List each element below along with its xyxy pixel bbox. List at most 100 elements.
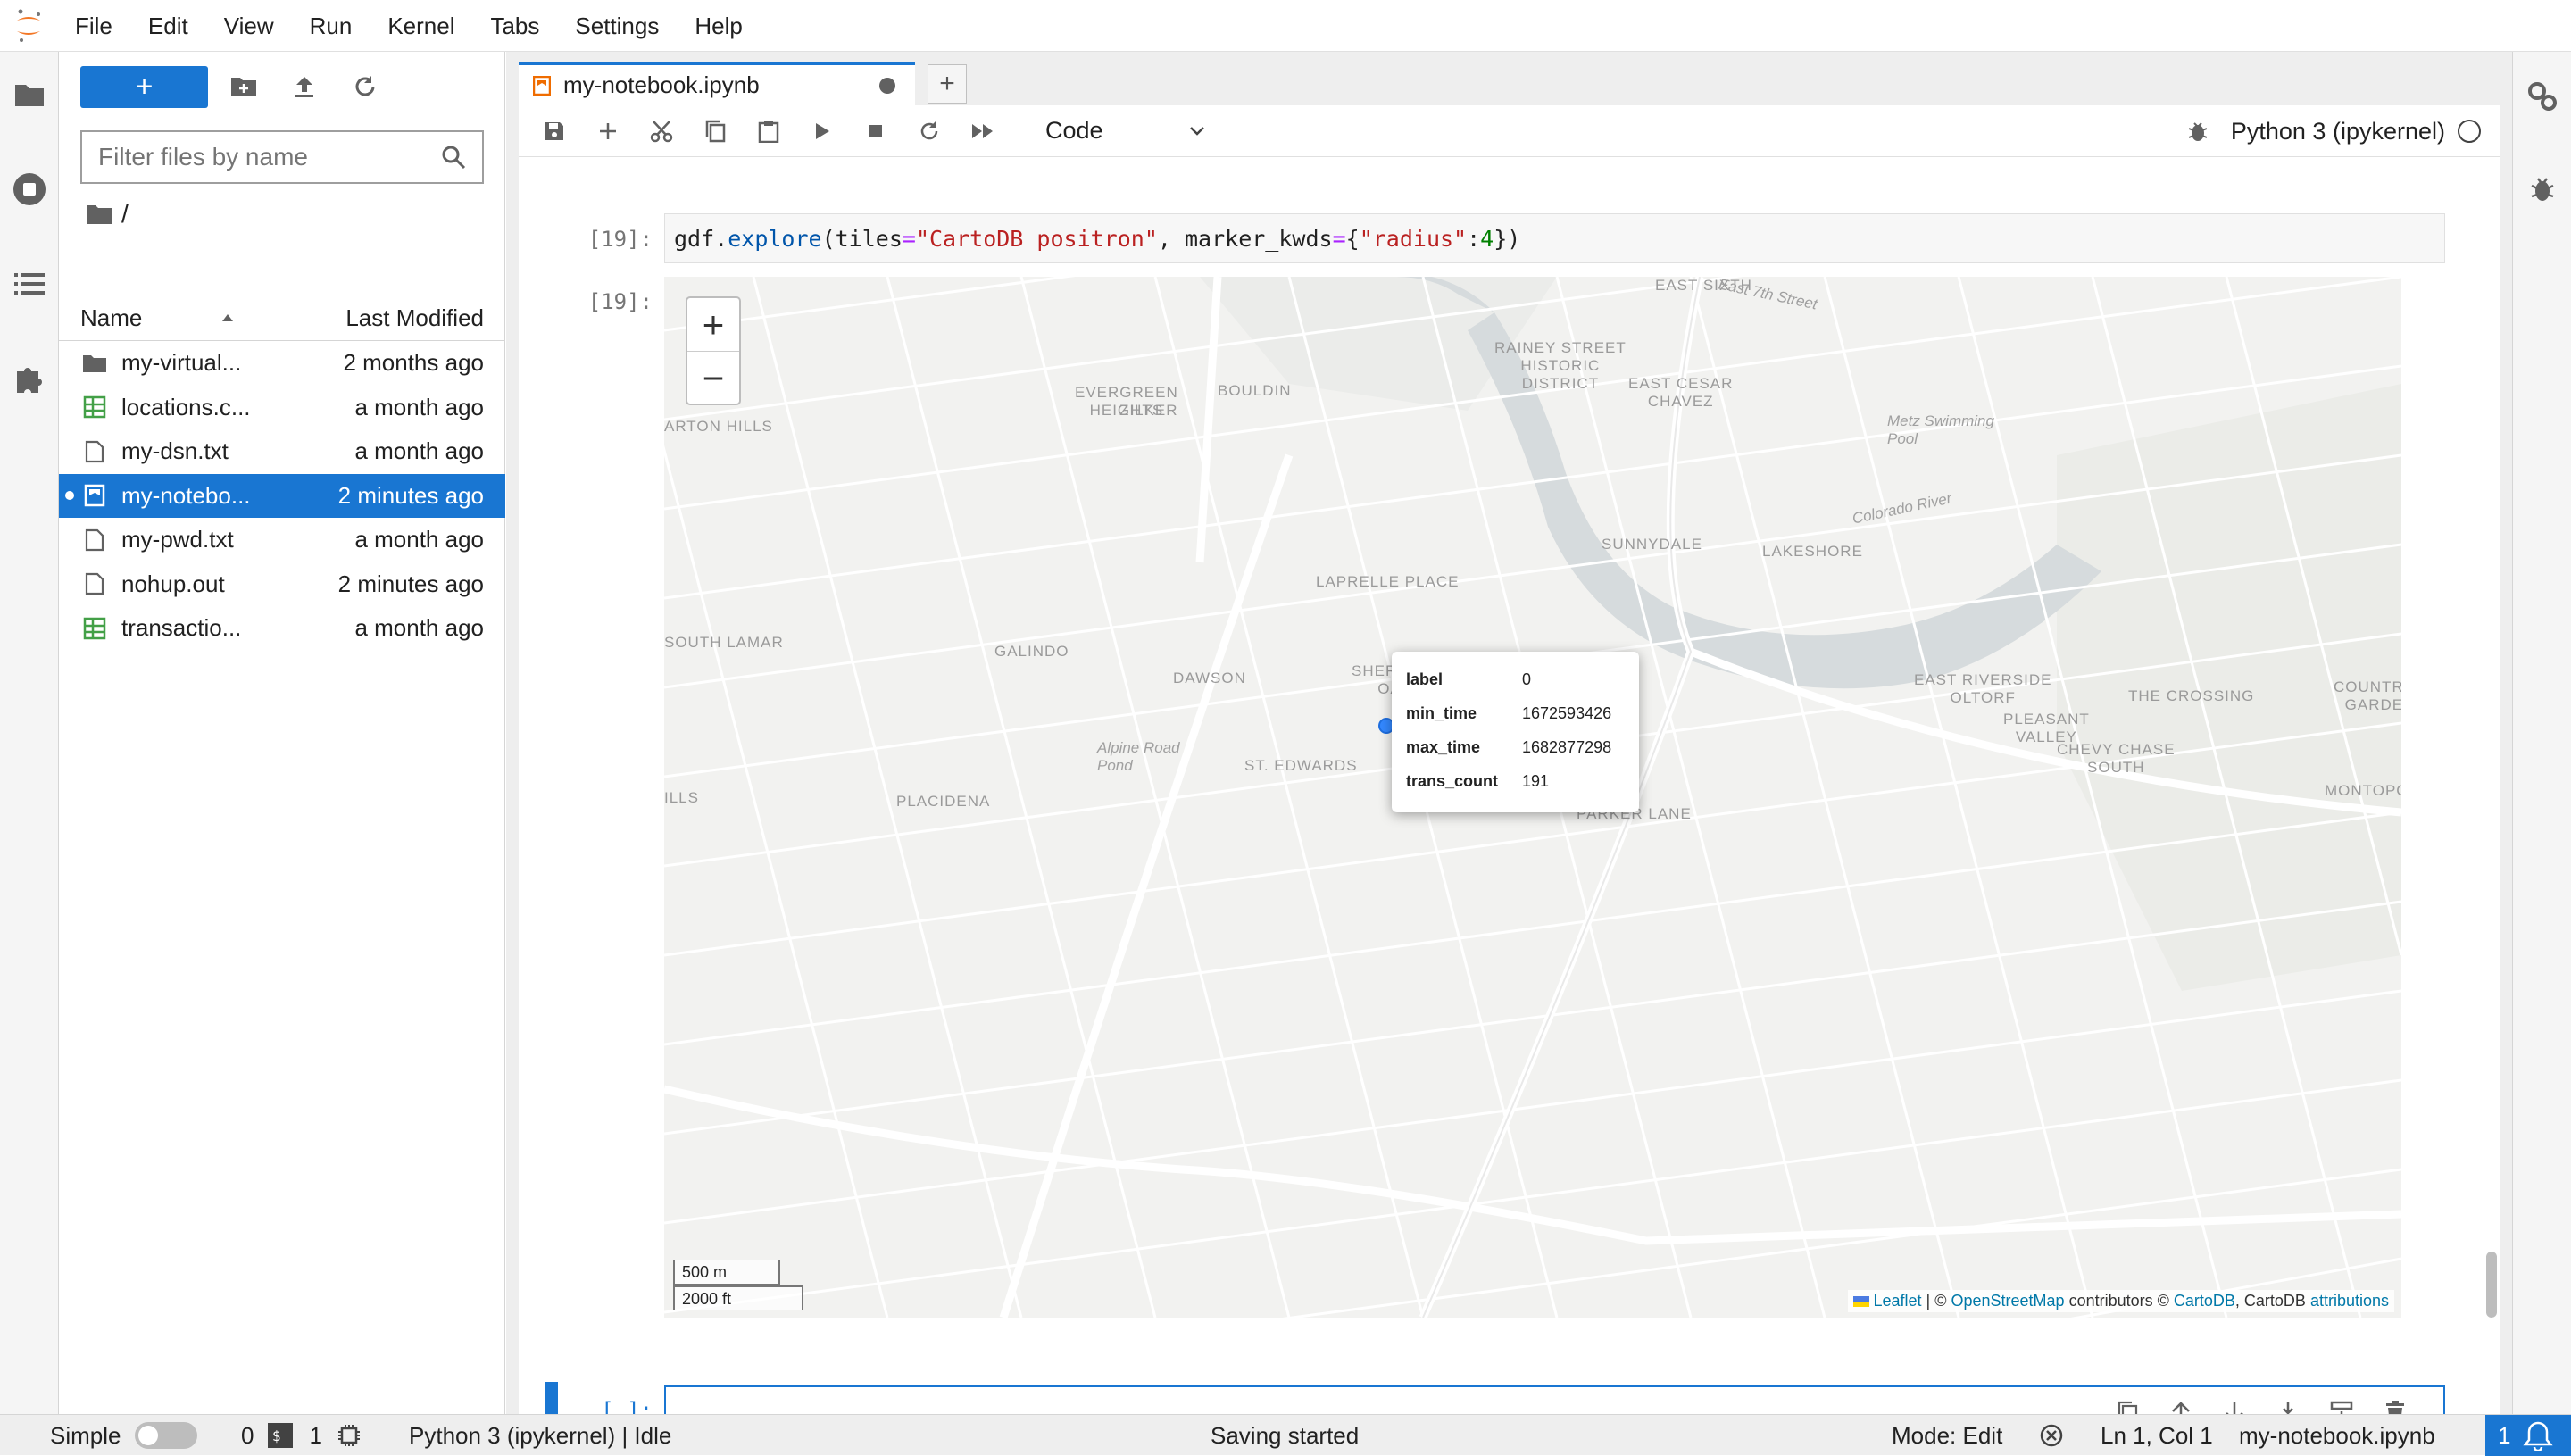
menu-run[interactable]: Run bbox=[292, 0, 370, 52]
duplicate-cell-button[interactable] bbox=[2101, 1401, 2154, 1414]
menu-settings[interactable]: Settings bbox=[557, 0, 677, 52]
map-place-label: ARTON HILLS bbox=[664, 418, 773, 435]
last-modified-column-header[interactable]: Last Modified bbox=[262, 295, 505, 340]
terminal-icon: $_ bbox=[268, 1423, 294, 1448]
insert-above-button[interactable] bbox=[2261, 1401, 2315, 1414]
run-all-button[interactable] bbox=[956, 109, 1010, 154]
insert-above-icon bbox=[2283, 1402, 2293, 1414]
active-cell-marker[interactable] bbox=[545, 1382, 558, 1414]
menu-view[interactable]: View bbox=[206, 0, 292, 52]
arrow-down-icon bbox=[2226, 1402, 2243, 1414]
map-place-label: ILLS bbox=[664, 789, 699, 806]
terminal-count[interactable]: 0 $_ 1 bbox=[241, 1415, 362, 1456]
tab-my-notebook[interactable]: my-notebook.ipynb bbox=[519, 62, 915, 105]
simple-mode-toggle[interactable]: Simple bbox=[50, 1415, 198, 1456]
file-modified: a month ago bbox=[354, 614, 484, 642]
leaflet-link[interactable]: Leaflet bbox=[1873, 1292, 1921, 1310]
kernel-name[interactable]: Python 3 (ipykernel) bbox=[2231, 118, 2445, 146]
menu-kernel[interactable]: Kernel bbox=[370, 0, 472, 52]
notebook-icon bbox=[533, 75, 551, 96]
kernel-status[interactable]: Python 3 (ipykernel) | Idle bbox=[409, 1415, 671, 1456]
right-sidebar bbox=[2512, 52, 2571, 1414]
cursor-position[interactable]: Ln 1, Col 1 bbox=[2101, 1415, 2213, 1456]
notebook-scrollbar[interactable] bbox=[2486, 1252, 2497, 1318]
popup-key: min_time bbox=[1406, 703, 1477, 722]
insert-below-button[interactable] bbox=[2315, 1401, 2368, 1414]
toc-icon[interactable] bbox=[12, 266, 47, 302]
paste-button[interactable] bbox=[742, 109, 795, 154]
code-cell-editor[interactable]: gdf.explore(tiles="CartoDB positron", ma… bbox=[664, 213, 2445, 263]
map-place-label: EAST CESAR CHAVEZ bbox=[1628, 375, 1734, 410]
ukraine-flag-icon bbox=[1853, 1296, 1870, 1308]
file-row[interactable]: my-pwd.txt a month ago bbox=[59, 518, 505, 562]
attribution-text: contributors © bbox=[2064, 1292, 2174, 1310]
unsaved-dot-icon[interactable] bbox=[879, 77, 895, 94]
empty-cell-prompt: [ ]: bbox=[601, 1398, 653, 1414]
map-place-label: RAINEY STREET HISTORIC DISTRICT bbox=[1494, 339, 1627, 392]
spreadsheet-icon bbox=[80, 393, 109, 421]
running-icon[interactable] bbox=[12, 171, 47, 207]
run-button[interactable] bbox=[795, 109, 849, 154]
add-tab-button[interactable]: + bbox=[928, 64, 967, 104]
attribution-text: , CartoDB bbox=[2234, 1292, 2310, 1310]
insert-cell-button[interactable] bbox=[581, 109, 635, 154]
interrupt-button[interactable] bbox=[849, 109, 903, 154]
name-column-header[interactable]: Name bbox=[59, 295, 262, 340]
leaflet-map[interactable]: + − EAST SIXTH East 7th Street RAINEY STRE… bbox=[664, 277, 2401, 1318]
file-row[interactable]: my-virtual... 2 months ago bbox=[59, 341, 505, 386]
menu-tabs[interactable]: Tabs bbox=[472, 0, 557, 52]
cut-button[interactable] bbox=[635, 109, 688, 154]
file-row[interactable]: my-notebo... 2 minutes ago bbox=[59, 473, 505, 518]
osm-link[interactable]: OpenStreetMap bbox=[1951, 1292, 2064, 1310]
menu-edit[interactable]: Edit bbox=[130, 0, 206, 52]
kernel-status-idle-icon bbox=[2458, 120, 2481, 143]
file-row[interactable]: my-dsn.txt a month ago bbox=[59, 429, 505, 474]
refresh-icon bbox=[355, 76, 375, 96]
notebook-icon bbox=[80, 481, 109, 510]
simple-mode-switch[interactable] bbox=[135, 1422, 198, 1449]
move-up-button[interactable] bbox=[2154, 1401, 2208, 1414]
popup-key: label bbox=[1406, 670, 1444, 688]
zoom-out-button[interactable]: − bbox=[687, 352, 739, 405]
popup-key: trans_count bbox=[1406, 771, 1499, 790]
file-name: my-dsn.txt bbox=[121, 437, 229, 465]
debugger-toggle-icon[interactable] bbox=[2186, 120, 2209, 143]
map-place-label: SOUTH LAMAR bbox=[664, 634, 784, 651]
file-row[interactable]: nohup.out 2 minutes ago bbox=[59, 562, 505, 607]
property-inspector-icon[interactable] bbox=[2525, 79, 2560, 114]
notifications-button[interactable]: 1 bbox=[2485, 1415, 2571, 1456]
upload-button[interactable] bbox=[279, 66, 329, 108]
file-name: locations.c... bbox=[121, 393, 251, 420]
breadcrumb[interactable]: / bbox=[86, 196, 129, 232]
menu-file[interactable]: File bbox=[57, 0, 130, 52]
breadcrumb-root[interactable]: / bbox=[121, 200, 129, 229]
move-down-button[interactable] bbox=[2208, 1401, 2261, 1414]
filter-files-field[interactable] bbox=[80, 130, 484, 184]
extensions-icon[interactable] bbox=[12, 361, 47, 396]
attributions-link[interactable]: attributions bbox=[2310, 1292, 2389, 1310]
map-place-label: CHEVY CHASE SOUTH bbox=[2057, 741, 2176, 776]
zoom-in-button[interactable]: + bbox=[687, 298, 739, 352]
copy-button[interactable] bbox=[688, 109, 742, 154]
delete-cell-button[interactable] bbox=[2368, 1401, 2422, 1414]
refresh-button[interactable] bbox=[340, 66, 390, 108]
new-launcher-button[interactable]: + bbox=[80, 65, 208, 108]
debugger-icon[interactable] bbox=[2525, 171, 2560, 207]
map-place-label: GALINDO bbox=[994, 643, 1069, 660]
folder-icon[interactable] bbox=[12, 77, 47, 112]
map-place-label: Metz Swimming Pool bbox=[1887, 412, 1994, 447]
restart-button[interactable] bbox=[903, 109, 956, 154]
code-token: 4 bbox=[1480, 225, 1494, 252]
filter-files-input[interactable] bbox=[98, 143, 441, 171]
map-place-label: DAWSON bbox=[1173, 670, 1246, 686]
menu-help[interactable]: Help bbox=[677, 0, 760, 52]
cell-type-select[interactable]: Code bbox=[1045, 117, 1206, 145]
folder-icon bbox=[87, 205, 112, 224]
no-errors-icon[interactable] bbox=[2039, 1415, 2064, 1456]
file-row[interactable]: transactio... a month ago bbox=[59, 606, 505, 651]
save-button[interactable] bbox=[528, 109, 581, 154]
file-row[interactable]: locations.c... a month ago bbox=[59, 386, 505, 430]
new-folder-button[interactable] bbox=[219, 66, 269, 108]
active-cell-editor[interactable] bbox=[664, 1385, 2445, 1414]
cartodb-link[interactable]: CartoDB bbox=[2174, 1292, 2235, 1310]
